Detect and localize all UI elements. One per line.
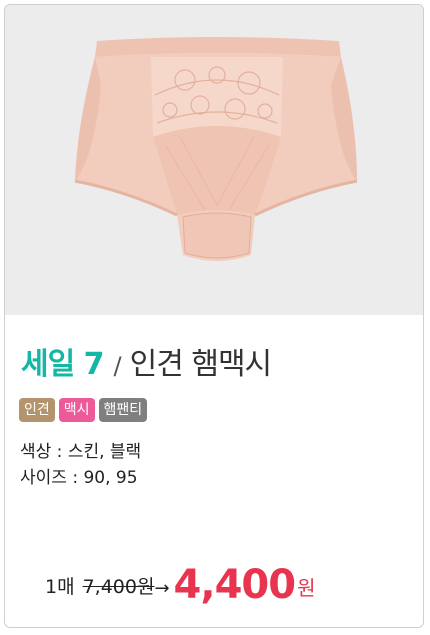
tag-maxi: 맥시 [58, 398, 95, 422]
tag-rayon: 인견 [19, 398, 55, 422]
tag-list: 인견 맥시 햄팬티 [19, 398, 148, 422]
arrow-icon: → [154, 578, 170, 599]
size-spec: 사이즈 : 90, 95 [20, 468, 138, 488]
product-name: 인견 햄맥시 [129, 347, 273, 382]
currency-label: 원 [297, 576, 316, 600]
product-title[interactable]: 세일 7 / 인견 햄맥시 [21, 339, 272, 382]
quantity-label: 1매 [45, 576, 75, 598]
product-card[interactable]: 세일 7 / 인견 햄맥시 인견 맥시 햄팬티 색상 : 스킨, 블랙 사이즈 … [4, 4, 424, 628]
title-separator: / [113, 352, 122, 380]
price-row: 1매 7,400원 → 4,400 원 [45, 557, 315, 607]
sale-label: 세일 7 [21, 347, 105, 382]
tag-hem-panty: 햄팬티 [98, 398, 148, 422]
original-price: 7,400원 [82, 576, 155, 598]
garment-illustration [74, 37, 358, 261]
product-image[interactable] [5, 5, 423, 315]
sale-price: 4,400 [173, 562, 297, 608]
color-spec: 색상 : 스킨, 블랙 [20, 442, 142, 462]
